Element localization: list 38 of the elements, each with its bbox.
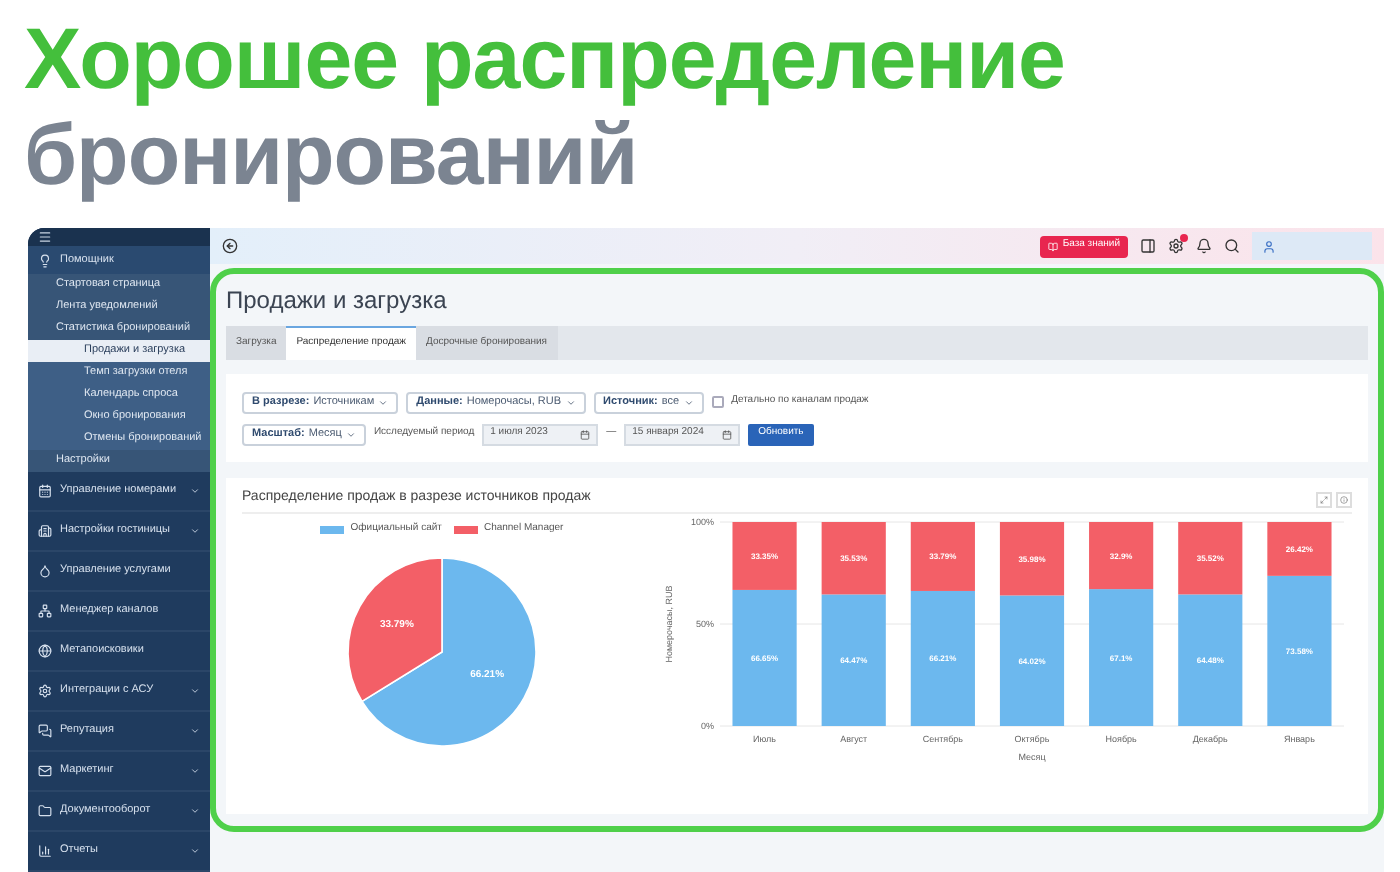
legend-swatch [320,525,345,534]
chevron-icon [565,397,576,407]
chevron-icon [190,486,200,496]
chevron-icon [345,429,356,439]
headline: Хорошее распределение [24,12,1067,108]
legend-swatch [453,525,478,534]
menu-icon[interactable] [38,230,52,244]
headline: бронирований [24,108,640,204]
mail-icon [38,764,52,778]
folder-icon [38,804,52,818]
chevron-icon [683,397,694,407]
page-title: Продажи и загрузка [226,286,449,314]
checkbox[interactable] [711,396,724,408]
globe-icon [38,644,52,658]
calendar-icon [38,484,52,498]
panel-icon[interactable] [1140,238,1156,254]
building-icon [38,524,52,538]
bell-icon[interactable] [1196,238,1212,254]
chat-icon [38,724,52,738]
user-icon [1262,239,1276,253]
settings-icon[interactable] [1168,238,1184,254]
search-icon[interactable] [1224,238,1240,254]
chevron-icon [190,846,200,856]
chevron-icon [190,526,200,536]
chevron-icon [190,686,200,696]
gear-icon [38,684,52,698]
back-icon[interactable] [222,238,238,254]
calendar-icon [722,429,733,439]
book-icon [1048,241,1059,251]
chevron-icon [378,397,389,407]
bar-chart-icon [38,844,52,858]
chevron-icon [190,726,200,736]
chevron-icon [190,806,200,816]
calendar-icon [580,429,591,439]
network-icon [38,604,52,618]
lightbulb-icon [38,253,52,267]
droplet-icon [38,564,52,578]
chevron-icon [190,766,200,776]
